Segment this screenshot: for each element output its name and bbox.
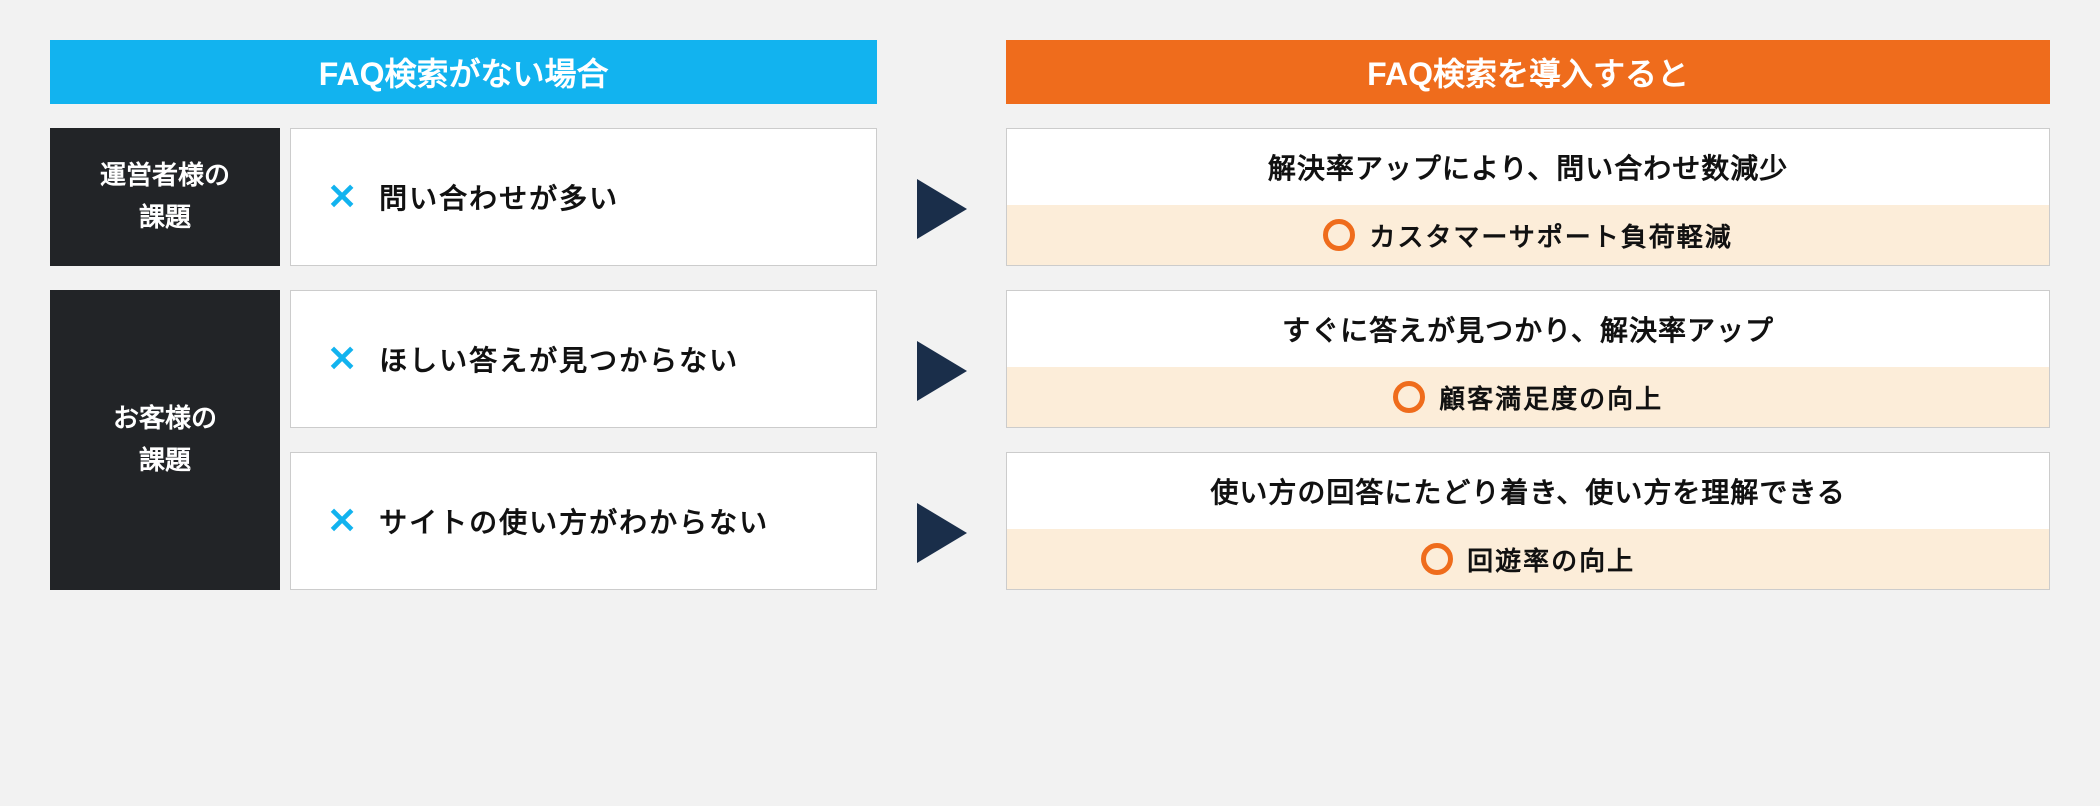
benefit-card: すぐに答えが見つかり、解決率アップ 顧客満足度の向上 — [1006, 290, 2050, 428]
customer-problems: ✕ ほしい答えが見つからない ✕ サイトの使い方がわからない — [290, 290, 877, 590]
customer-label: お客様の課題 — [50, 290, 280, 590]
x-icon: ✕ — [327, 503, 357, 539]
arrow-icon — [907, 140, 976, 278]
problem-card: ✕ 問い合わせが多い — [290, 128, 877, 266]
right-header: FAQ検索を導入すると — [1006, 40, 2050, 104]
circle-icon — [1323, 219, 1355, 251]
benefit-bottom-text: 回遊率の向上 — [1467, 541, 1635, 578]
problem-card: ✕ サイトの使い方がわからない — [290, 452, 877, 590]
operator-problems: ✕ 問い合わせが多い — [290, 128, 877, 266]
operator-label: 運営者様の課題 — [50, 128, 280, 266]
benefit-bottom-text: 顧客満足度の向上 — [1439, 379, 1663, 416]
problem-card: ✕ ほしい答えが見つからない — [290, 290, 877, 428]
x-icon: ✕ — [327, 341, 357, 377]
circle-icon — [1393, 381, 1425, 413]
benefit-card: 解決率アップにより、問い合わせ数減少 カスタマーサポート負荷軽減 — [1006, 128, 2050, 266]
benefit-bottom: カスタマーサポート負荷軽減 — [1007, 205, 2049, 265]
right-rows: 解決率アップにより、問い合わせ数減少 カスタマーサポート負荷軽減 すぐに答えが見… — [1006, 128, 2050, 590]
arrows-column — [907, 40, 976, 602]
right-column: FAQ検索を導入すると 解決率アップにより、問い合わせ数減少 カスタマーサポート… — [1006, 40, 2050, 602]
benefit-top-text: 解決率アップにより、問い合わせ数減少 — [1007, 129, 2049, 205]
x-icon: ✕ — [327, 179, 357, 215]
benefit-top-text: 使い方の回答にたどり着き、使い方を理解できる — [1007, 453, 2049, 529]
problem-text: ほしい答えが見つからない — [379, 339, 739, 379]
arrow-icon — [907, 464, 976, 602]
benefit-bottom-text: カスタマーサポート負荷軽減 — [1369, 217, 1732, 254]
comparison-diagram: FAQ検索がない場合 運営者様の課題 ✕ 問い合わせが多い お客様の課題 ✕ ほ… — [50, 40, 2050, 602]
problem-text: 問い合わせが多い — [379, 177, 619, 217]
left-rows: 運営者様の課題 ✕ 問い合わせが多い お客様の課題 ✕ ほしい答えが見つからない — [50, 128, 877, 590]
benefit-card: 使い方の回答にたどり着き、使い方を理解できる 回遊率の向上 — [1006, 452, 2050, 590]
arrow-icon — [907, 302, 976, 440]
benefit-bottom: 顧客満足度の向上 — [1007, 367, 2049, 427]
problem-text: サイトの使い方がわからない — [379, 501, 769, 541]
left-column: FAQ検索がない場合 運営者様の課題 ✕ 問い合わせが多い お客様の課題 ✕ ほ… — [50, 40, 877, 602]
circle-icon — [1421, 543, 1453, 575]
benefit-bottom: 回遊率の向上 — [1007, 529, 2049, 589]
benefit-top-text: すぐに答えが見つかり、解決率アップ — [1007, 291, 2049, 367]
left-group-customer: お客様の課題 ✕ ほしい答えが見つからない ✕ サイトの使い方がわからない — [50, 290, 877, 590]
left-header: FAQ検索がない場合 — [50, 40, 877, 104]
left-group-operator: 運営者様の課題 ✕ 問い合わせが多い — [50, 128, 877, 266]
